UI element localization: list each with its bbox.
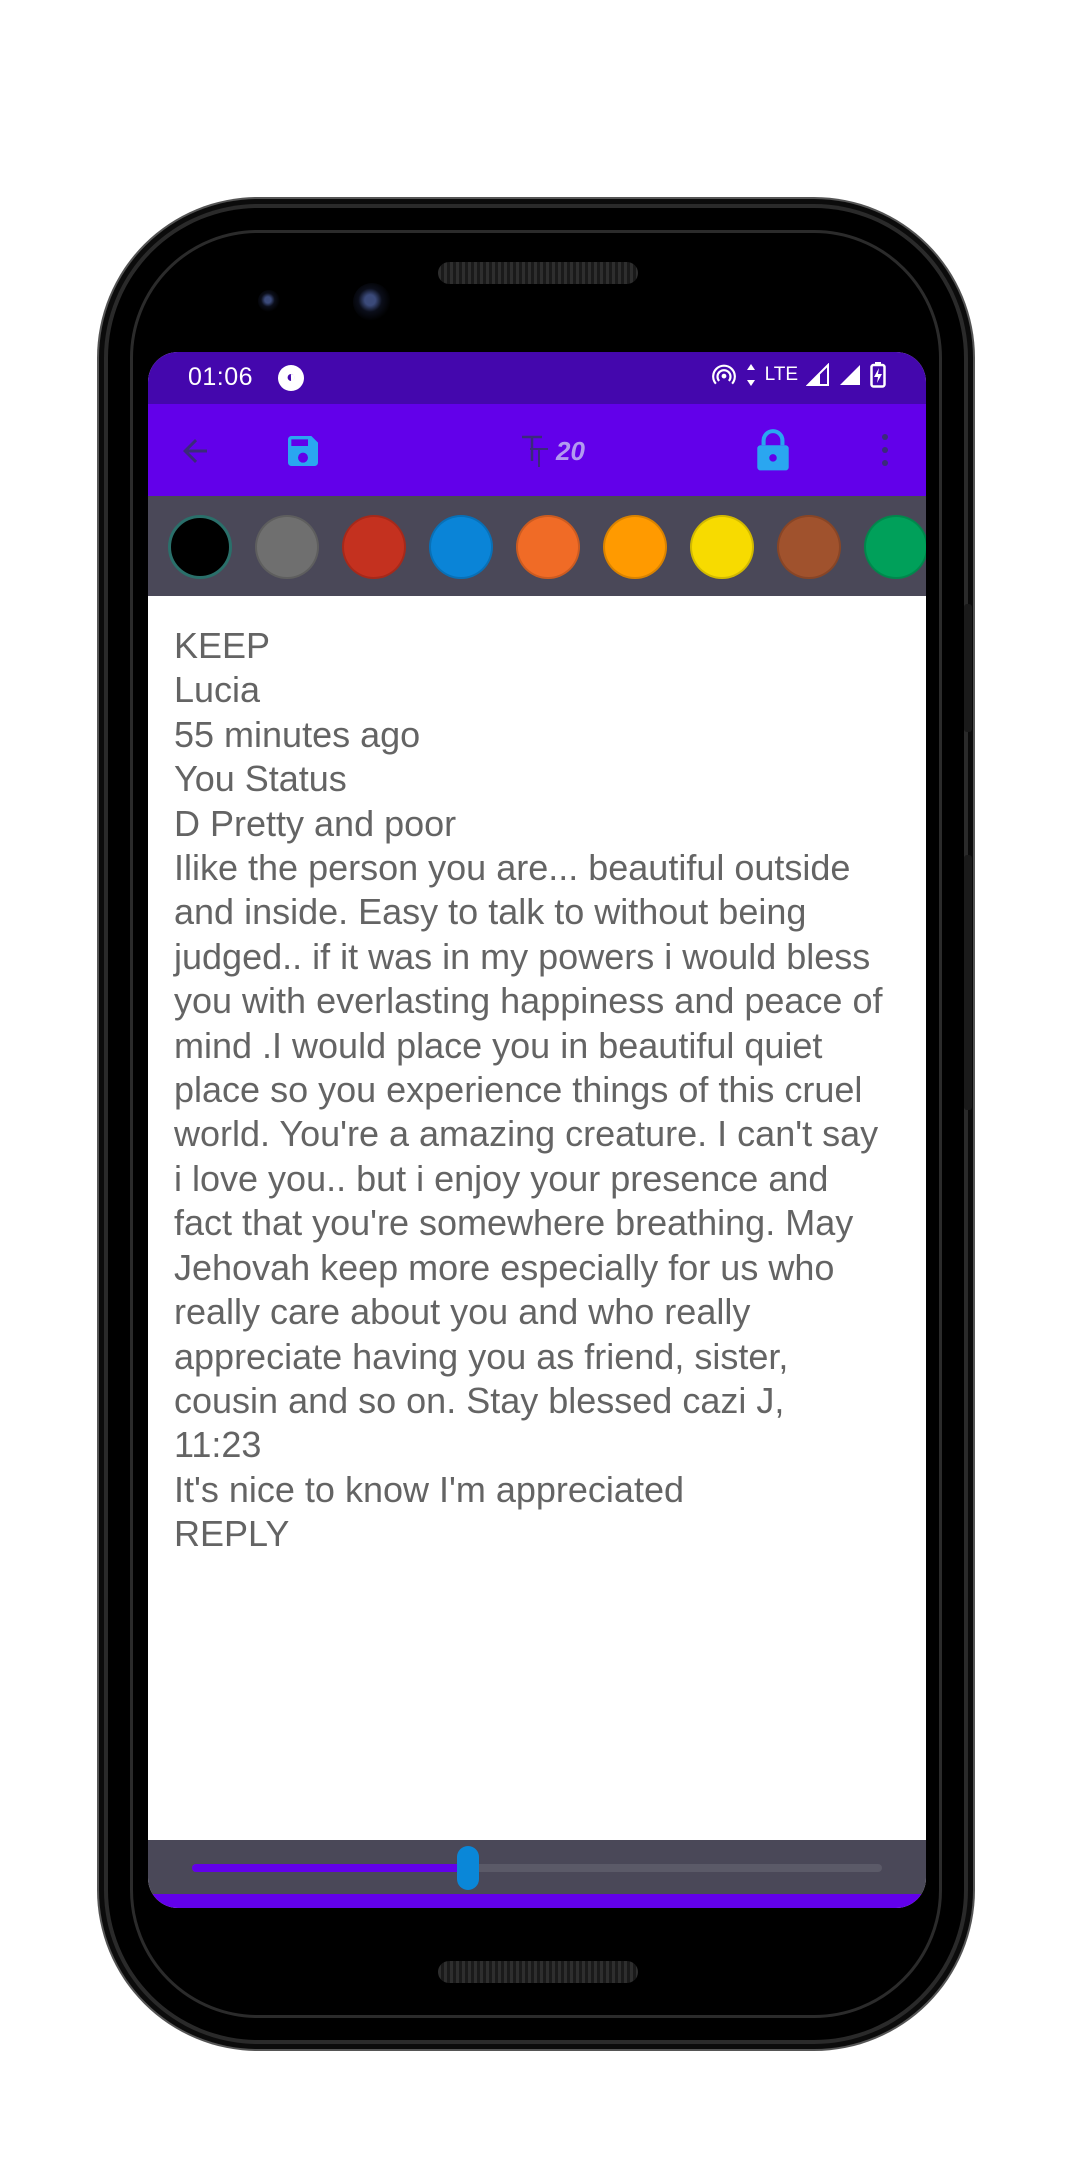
front-sensor: [258, 290, 280, 312]
app-screen: 01:06 ◐ LTE 20 KEEP Lucia 55 minutes ago…: [148, 352, 926, 1908]
status-time: 01:06: [188, 363, 254, 391]
network-type: LTE: [764, 364, 798, 385]
back-arrow-icon: [183, 439, 207, 463]
color-palette: [148, 496, 926, 596]
font-size-button[interactable]: 20: [520, 424, 585, 478]
notification-app-icon: ◐: [278, 365, 304, 391]
color-swatch[interactable]: [516, 515, 580, 579]
back-button[interactable]: [168, 424, 222, 478]
color-swatch[interactable]: [603, 515, 667, 579]
color-swatch[interactable]: [342, 515, 406, 579]
slider-thumb[interactable]: [457, 1846, 479, 1890]
color-swatch[interactable]: [777, 515, 841, 579]
text-size-slider-bar: [148, 1840, 926, 1894]
earpiece-speaker: [438, 262, 638, 284]
note-editor[interactable]: KEEP Lucia 55 minutes ago You Status D P…: [154, 596, 920, 1840]
font-size-value: 20: [556, 435, 585, 466]
save-button[interactable]: [278, 426, 328, 476]
color-swatch[interactable]: [864, 515, 926, 579]
hotspot-icon: [711, 364, 736, 385]
power-button: [964, 604, 972, 732]
status-bar: 01:06 ◐ LTE: [148, 352, 926, 404]
signal-icon: [806, 363, 829, 386]
color-swatch[interactable]: [690, 515, 754, 579]
editor-toolbar: 20: [148, 404, 926, 496]
volume-button: [964, 855, 972, 1110]
font-size-icon: [522, 435, 548, 467]
bottom-speaker: [438, 1961, 638, 1983]
status-icons: LTE: [711, 362, 886, 388]
slider-track-fill: [192, 1864, 468, 1872]
color-swatch[interactable]: [429, 515, 493, 579]
save-icon: [288, 436, 318, 466]
signal-full-icon: [840, 365, 860, 385]
lock-icon: [757, 429, 789, 471]
battery-charging-icon: [870, 362, 886, 388]
lock-button[interactable]: [748, 422, 798, 478]
more-vertical-icon: [882, 434, 888, 466]
color-swatch[interactable]: [168, 515, 232, 579]
note-body-text[interactable]: KEEP Lucia 55 minutes ago You Status D P…: [174, 624, 894, 1557]
color-swatch[interactable]: [255, 515, 319, 579]
bottom-accent-bar: [148, 1894, 926, 1908]
more-options-button[interactable]: [870, 422, 900, 478]
data-arrows-icon: [746, 364, 755, 386]
front-camera: [353, 283, 391, 321]
